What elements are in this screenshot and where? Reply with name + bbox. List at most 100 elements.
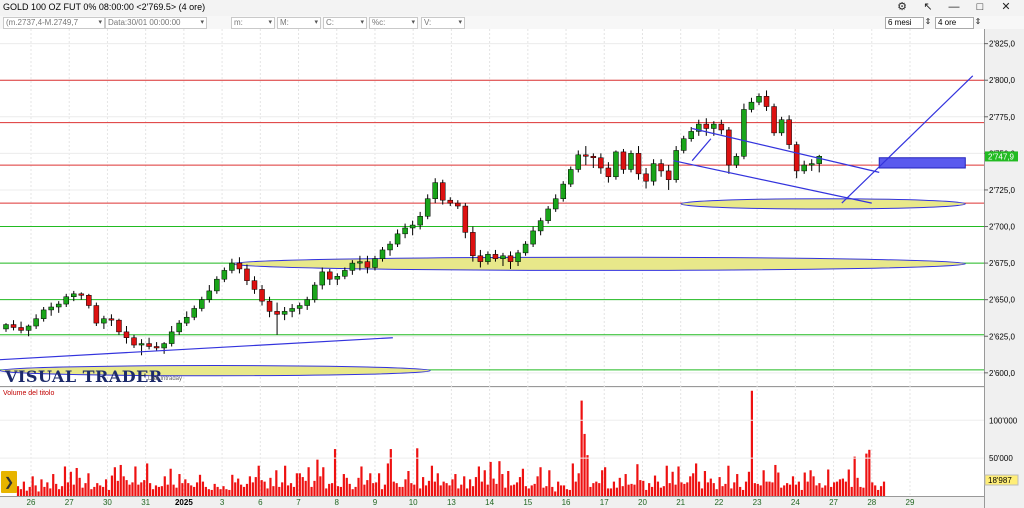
panel-toggle-icon[interactable]: ❯ xyxy=(1,471,17,493)
minimize-icon[interactable]: — xyxy=(943,0,965,16)
volume-bar xyxy=(245,483,249,496)
volume-bar xyxy=(87,473,90,496)
volume-bar xyxy=(313,480,316,496)
volume-bar xyxy=(727,465,730,496)
volume-bar xyxy=(325,488,328,496)
maximize-icon[interactable]: □ xyxy=(969,0,991,16)
volume-bar xyxy=(427,480,431,496)
volume-bar xyxy=(99,485,102,496)
volume-bar xyxy=(554,491,557,496)
close-field[interactable]: C: ▾ xyxy=(323,17,367,29)
volume-bar xyxy=(838,479,842,496)
volume-bar xyxy=(404,479,407,496)
volume-bar xyxy=(471,486,475,496)
candle-body xyxy=(590,156,597,159)
volume-bar xyxy=(557,481,560,496)
candle-body xyxy=(733,156,740,166)
max-field[interactable]: M: ▾ xyxy=(277,17,321,29)
volume-bar xyxy=(786,483,789,496)
range-spinner-icon[interactable]: ⇕ xyxy=(922,16,934,28)
volume-bar xyxy=(430,465,434,496)
volume-bar xyxy=(480,481,483,496)
candle-body xyxy=(462,205,469,233)
minmax-field[interactable]: (m.2737,4-M.2749,7 A:2742,8)▾ xyxy=(3,17,105,37)
candle-body xyxy=(40,309,47,319)
volume-bar xyxy=(348,483,351,496)
volume-bar xyxy=(780,487,783,496)
volume-bar xyxy=(25,490,28,496)
volume-bar xyxy=(184,479,187,496)
volume-bar xyxy=(595,481,598,496)
volume-bar xyxy=(844,481,847,496)
x-tick-label: 7 xyxy=(296,498,301,507)
volume-bar xyxy=(254,477,257,496)
date-field[interactable]: Data:30/01 00:00:00 ▾ xyxy=(105,17,207,29)
volume-bar xyxy=(830,486,833,496)
volume-bar xyxy=(656,481,660,496)
candle-body xyxy=(711,123,717,129)
x-tick-label: 8 xyxy=(335,498,340,507)
volume-bar xyxy=(753,483,756,496)
x-tick-label: 3 xyxy=(220,498,225,507)
volume-bar xyxy=(709,478,712,496)
volume-bar xyxy=(765,481,768,496)
volume-bar xyxy=(69,471,72,496)
volume-bar xyxy=(551,486,554,496)
volume-bar xyxy=(401,486,404,496)
volume-bar xyxy=(463,476,466,496)
volume-bar xyxy=(63,466,67,496)
candle-body xyxy=(116,319,122,333)
range-select[interactable]: 6 mesi xyxy=(885,17,924,29)
arrow-icon[interactable]: ↖ xyxy=(917,0,939,16)
volume-bar xyxy=(680,482,683,496)
volume-bar xyxy=(835,481,839,496)
volume-bar xyxy=(530,485,533,496)
volume-bar xyxy=(157,486,161,496)
candle-body xyxy=(665,170,672,180)
volume-bar xyxy=(633,484,636,496)
x-tick-label: 10 xyxy=(409,498,418,507)
volume-bar xyxy=(433,481,436,496)
volume-bar xyxy=(354,486,357,496)
price-zone xyxy=(680,198,966,210)
timeframe-spinner-icon[interactable]: ⇕ xyxy=(972,16,984,28)
volume-bar xyxy=(260,480,263,496)
volume-bar xyxy=(151,489,155,496)
volume-bar xyxy=(19,489,23,496)
candle-body xyxy=(447,199,454,204)
volume-bar xyxy=(513,484,516,496)
timeframe-select[interactable]: 4 ore xyxy=(935,17,974,29)
candle-body xyxy=(673,150,679,180)
candle-body xyxy=(71,293,77,297)
volume-bar xyxy=(739,486,742,496)
candle-body xyxy=(183,316,190,324)
volume-bar xyxy=(621,486,624,496)
volume-field[interactable]: V: ▾ xyxy=(421,17,465,29)
gear-icon[interactable]: ⚙ xyxy=(891,0,913,16)
volume-bar xyxy=(166,484,169,496)
volume-bar xyxy=(419,488,422,496)
candle-body xyxy=(402,227,408,235)
candle-body xyxy=(319,271,326,286)
volume-bar xyxy=(295,473,298,496)
x-tick-label: 23 xyxy=(753,498,762,507)
volume-panel-title: Volume del titolo xyxy=(3,390,55,397)
close-icon[interactable]: ✕ xyxy=(995,0,1017,16)
volume-bar xyxy=(190,485,193,496)
volume-bar xyxy=(216,486,219,496)
volume-bar xyxy=(650,486,654,496)
volume-bar xyxy=(225,489,228,496)
candle-body xyxy=(455,202,461,207)
volume-bar xyxy=(653,475,657,496)
volume-bar xyxy=(683,483,686,496)
volume-bar xyxy=(768,481,771,496)
min-field[interactable]: m: ▾ xyxy=(231,17,275,29)
volume-bar xyxy=(81,487,84,496)
volume-bar xyxy=(222,486,225,496)
candle-body xyxy=(793,144,800,172)
volume-bar xyxy=(195,482,199,496)
volume-bar xyxy=(721,486,724,496)
chart-area[interactable]: 26 27 30 31 2025 3 6 7 8 9 10 13 14 15 16 17 20 21 22 23 24 2… xyxy=(0,29,1024,508)
volume-bar xyxy=(257,465,260,496)
change-field[interactable]: %c: ▾ xyxy=(369,17,418,29)
